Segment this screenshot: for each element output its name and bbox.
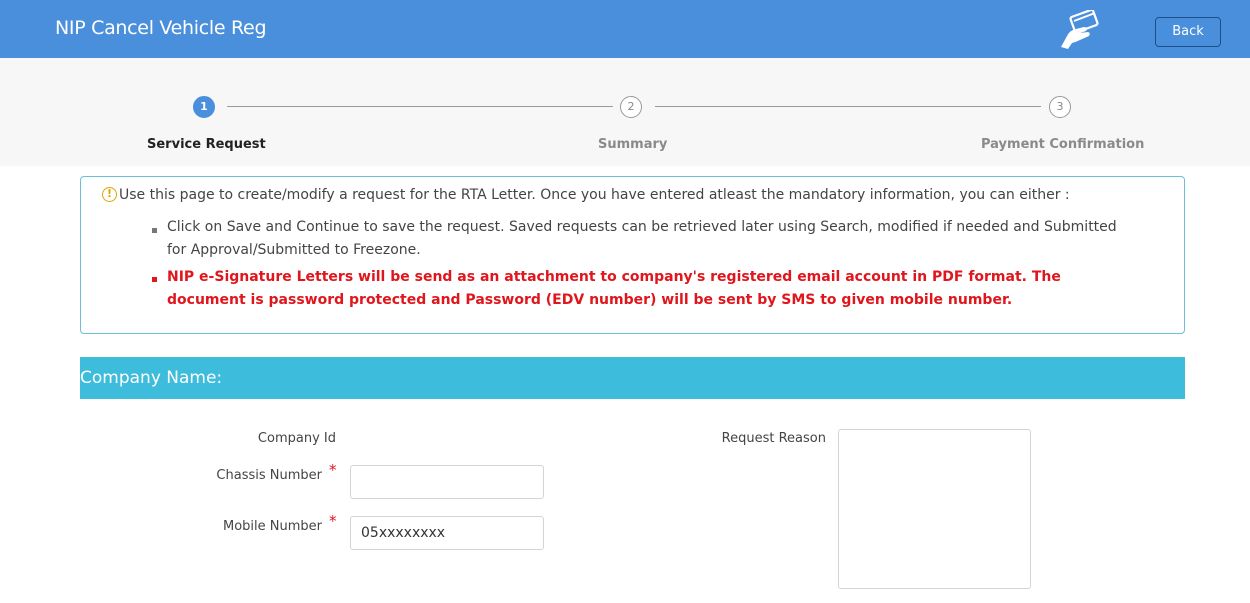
mobile-number-input[interactable] <box>350 516 544 550</box>
request-reason-textarea[interactable] <box>838 429 1031 589</box>
hand-card-icon <box>1061 10 1099 49</box>
step-2-indicator: 2 <box>620 96 642 118</box>
required-marker: * <box>329 512 337 530</box>
chassis-number-input[interactable] <box>350 465 544 499</box>
mobile-number-label: Mobile Number <box>223 519 322 534</box>
step-3-label: Payment Confirmation <box>981 137 1145 152</box>
request-reason-label: Request Reason <box>721 431 826 446</box>
step-3-indicator: 3 <box>1049 96 1071 118</box>
step-2-label: Summary <box>598 137 668 152</box>
page-title: NIP Cancel Vehicle Reg <box>55 17 267 39</box>
bullet-icon <box>152 277 157 282</box>
section-header <box>80 357 1185 399</box>
info-panel: ! Use this page to create/modify a reque… <box>80 176 1185 334</box>
bullet-icon <box>152 228 157 233</box>
required-marker: * <box>329 461 337 479</box>
info-bullet-warning: NIP e-Signature Letters will be send as … <box>167 269 1061 308</box>
company-id-label: Company Id <box>257 431 336 446</box>
info-bullet-save: Click on Save and Continue to save the r… <box>167 219 1117 258</box>
info-icon: ! <box>102 187 117 202</box>
step-1-label: Service Request <box>147 137 266 152</box>
step-connector <box>655 106 1041 107</box>
section-title: Company Name: <box>80 368 223 388</box>
chassis-number-label: Chassis Number <box>216 468 322 483</box>
info-intro: Use this page to create/modify a request… <box>119 187 1070 203</box>
step-connector <box>227 106 613 107</box>
back-button[interactable]: Back <box>1155 17 1221 47</box>
step-1-indicator: 1 <box>193 96 215 118</box>
